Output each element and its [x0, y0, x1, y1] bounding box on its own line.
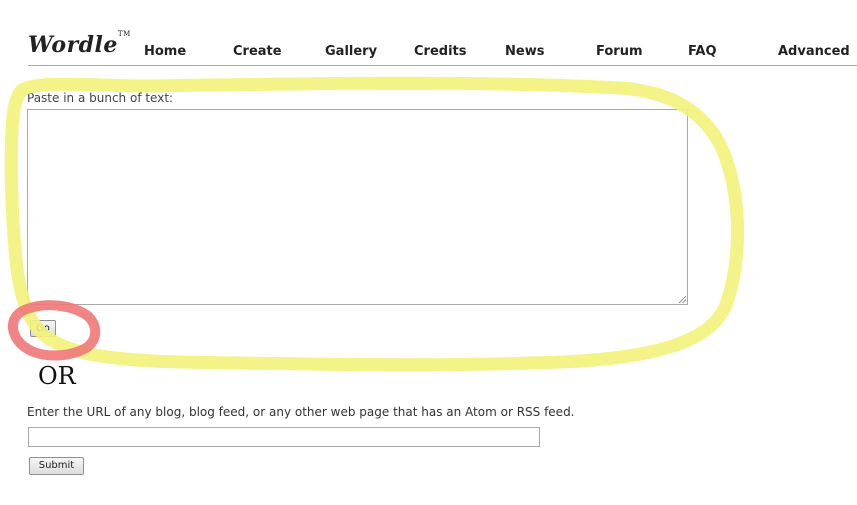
- resize-grip-icon[interactable]: [679, 296, 686, 303]
- nav-forum[interactable]: Forum: [596, 44, 643, 59]
- url-input[interactable]: [28, 427, 540, 447]
- or-separator: OR: [38, 362, 76, 390]
- nav-credits[interactable]: Credits: [414, 44, 466, 59]
- submit-button[interactable]: Submit: [29, 457, 84, 475]
- nav-advanced[interactable]: Advanced: [778, 44, 850, 59]
- nav-home[interactable]: Home: [144, 44, 186, 59]
- nav-divider: [28, 65, 857, 66]
- paste-textarea[interactable]: [27, 109, 688, 305]
- trademark-mark: TM: [117, 30, 131, 38]
- nav-create[interactable]: Create: [233, 44, 282, 59]
- nav-gallery[interactable]: Gallery: [325, 44, 377, 59]
- nav-news[interactable]: News: [505, 44, 544, 59]
- url-label: Enter the URL of any blog, blog feed, or…: [27, 405, 575, 419]
- nav-faq[interactable]: FAQ: [688, 44, 717, 59]
- go-button[interactable]: Go: [30, 320, 56, 337]
- main-nav: Home Create Gallery Credits News Forum F…: [0, 44, 857, 62]
- paste-label: Paste in a bunch of text:: [27, 91, 174, 105]
